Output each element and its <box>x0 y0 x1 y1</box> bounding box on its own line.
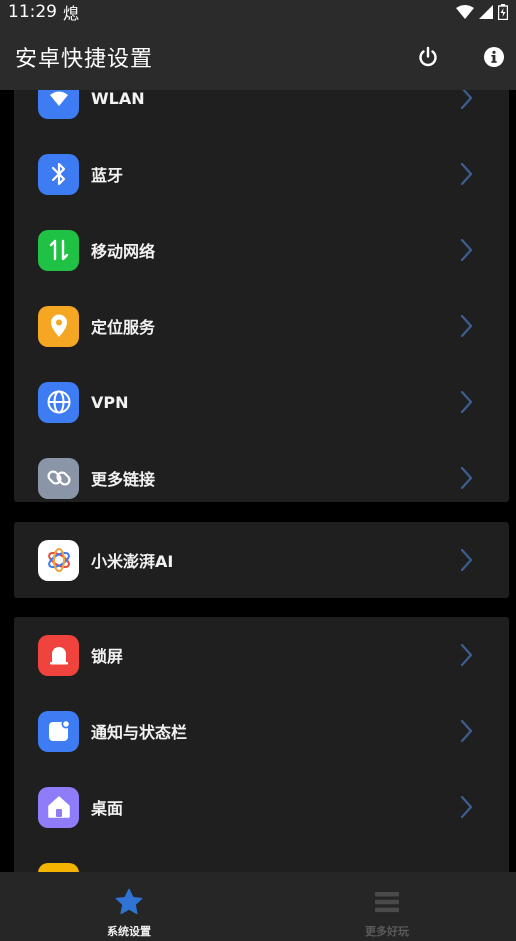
status-extra-text: 熄 <box>63 4 80 23</box>
tab-more-fun[interactable]: 更多好玩 <box>258 872 516 941</box>
chevron-right-icon <box>460 719 473 743</box>
hyper-ai-icon <box>38 539 79 581</box>
home-icon <box>38 786 79 828</box>
cell-signal-icon <box>479 5 493 19</box>
list-item-wlan[interactable]: WLAN <box>14 90 509 136</box>
location-pin-icon <box>38 305 79 347</box>
power-icon <box>419 46 437 67</box>
bottom-nav: 系统设置 更多好玩 <box>0 872 516 941</box>
list-item-display[interactable] <box>14 845 509 872</box>
chevron-right-icon <box>460 90 473 110</box>
star-icon <box>115 888 143 915</box>
wifi-icon <box>38 90 79 119</box>
list-item-more-links[interactable]: 更多链接 <box>14 440 509 502</box>
tab-system-settings[interactable]: 系统设置 <box>0 872 258 941</box>
list-item-label: 蓝牙 <box>91 166 124 185</box>
info-button[interactable] <box>481 44 507 70</box>
battery-icon <box>498 4 508 20</box>
list-item-label: 移动网络 <box>91 242 156 261</box>
sun-icon <box>38 862 79 872</box>
list-item-vpn[interactable]: VPN <box>14 364 509 440</box>
chevron-right-icon <box>460 162 473 186</box>
status-time: 11:29 <box>8 2 57 22</box>
app-bar: 安卓快捷设置 <box>0 24 516 90</box>
chevron-right-icon <box>460 238 473 262</box>
settings-list[interactable]: WLAN 蓝牙 移动网络 定位服务 VPN 更多链接 小米澎湃AI 锁屏 通知与… <box>0 90 516 872</box>
power-button[interactable] <box>415 44 441 70</box>
list-item-location[interactable]: 定位服务 <box>14 288 509 364</box>
list-item-bluetooth[interactable]: 蓝牙 <box>14 136 509 212</box>
list-icon <box>375 892 399 913</box>
info-icon <box>484 47 504 67</box>
mobile-data-icon <box>38 229 79 271</box>
list-item-mobile-network[interactable]: 移动网络 <box>14 212 509 288</box>
chevron-right-icon <box>460 795 473 819</box>
list-item-label: 定位服务 <box>91 318 156 337</box>
chevron-right-icon <box>460 643 473 667</box>
network-card: WLAN 蓝牙 移动网络 定位服务 VPN 更多链接 <box>14 90 509 502</box>
list-item-lock-screen[interactable]: 锁屏 <box>14 617 509 693</box>
tab-label: 系统设置 <box>107 925 151 938</box>
list-item-notifications[interactable]: 通知与状态栏 <box>14 693 509 769</box>
tab-label: 更多好玩 <box>365 925 409 938</box>
list-item-label: 锁屏 <box>91 647 124 666</box>
chevron-right-icon <box>460 466 473 490</box>
list-item-label: 桌面 <box>91 799 124 818</box>
status-bar: 11:29 熄 <box>0 0 516 24</box>
bluetooth-icon <box>38 153 79 195</box>
app-title: 安卓快捷设置 <box>15 47 154 72</box>
list-item-desktop[interactable]: 桌面 <box>14 769 509 845</box>
ai-card: 小米澎湃AI <box>14 522 509 598</box>
notification-icon <box>38 710 79 752</box>
chevron-right-icon <box>460 314 473 338</box>
chevron-right-icon <box>460 548 473 572</box>
wifi-signal-icon <box>456 5 474 19</box>
chevron-right-icon <box>460 390 473 414</box>
list-item-label: 更多链接 <box>91 470 156 489</box>
list-item-label: 通知与状态栏 <box>91 723 188 742</box>
list-item-hyper-ai[interactable]: 小米澎湃AI <box>14 522 509 598</box>
status-icons <box>456 4 508 20</box>
list-item-label: WLAN <box>91 90 145 108</box>
list-item-label: VPN <box>91 392 129 412</box>
link-icon <box>38 457 79 499</box>
globe-icon <box>38 381 79 423</box>
display-card: 锁屏 通知与状态栏 桌面 <box>14 617 509 872</box>
lock-screen-icon <box>38 634 79 676</box>
list-item-label: 小米澎湃AI <box>91 552 174 571</box>
